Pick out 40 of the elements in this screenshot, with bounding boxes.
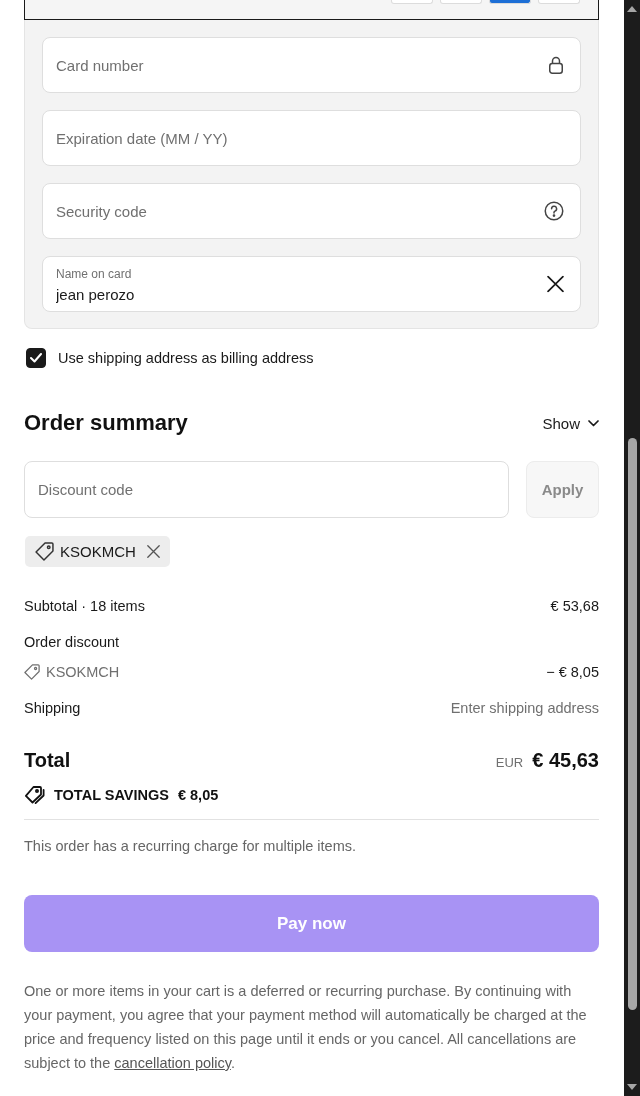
summary-label: Shipping	[24, 700, 81, 716]
remove-button[interactable]	[146, 545, 160, 558]
summary-label: Order discount	[24, 634, 120, 650]
close-icon	[146, 545, 160, 558]
total-amount: € 45,63	[532, 748, 599, 772]
tags-icon	[25, 786, 45, 804]
scroll-down-arrow-icon[interactable]	[627, 1084, 637, 1090]
summary-label: Subtotal · 18 items	[24, 598, 145, 614]
discount-code: KSOKMCH	[46, 664, 120, 680]
discount-code-field[interactable]: Discount code	[24, 461, 509, 518]
input-field[interactable]: Expiration date (MM / YY)	[42, 110, 581, 166]
payment-option-panel[interactable]	[24, 0, 599, 20]
cancellation-policy-link[interactable]: cancellation policy	[114, 1055, 231, 1071]
summary-value: − € 8,05	[546, 664, 599, 680]
card-logo-icon	[489, 0, 531, 4]
checkbox-label: Use shipping address as billing address	[58, 350, 314, 366]
field-label: Name on card	[56, 266, 132, 282]
input-field[interactable]: Card number	[42, 37, 581, 93]
savings-amount: € 8,05	[177, 787, 219, 803]
checkbox[interactable]	[26, 348, 46, 368]
input-field[interactable]: Security code	[42, 183, 581, 239]
recurring-note: This order has a recurring charge for multiple items.	[24, 837, 358, 856]
clear-button[interactable]	[547, 275, 564, 293]
discount-code: KSOKMCH	[60, 543, 136, 560]
scroll-up-arrow-icon[interactable]	[627, 6, 637, 12]
check-icon	[30, 353, 42, 363]
summary-value: Enter shipping address	[450, 700, 599, 716]
close-icon	[547, 275, 564, 293]
help-icon[interactable]	[544, 201, 564, 221]
tag-icon	[35, 542, 54, 561]
lock-icon	[548, 56, 564, 74]
savings-label: TOTAL SAVINGS	[54, 787, 169, 803]
disclaimer-text: One or more items in your cart is a deferred or recurring purchase. By continuing with your payment, you agree that your payment method will automatically be charged at the price and frequency listed on this page until it ends or you cancel. All cancellations are subject to the cancellation policy.	[24, 982, 588, 1073]
show-toggle[interactable]: Show	[542, 414, 599, 432]
order-summary-heading: Order summary	[24, 409, 188, 437]
tag-icon	[24, 664, 40, 680]
summary-value: € 53,68	[550, 598, 599, 614]
currency-code: EUR	[495, 754, 524, 770]
scrollbar-thumb[interactable]	[627, 438, 637, 1010]
total-label: Total	[24, 748, 71, 772]
